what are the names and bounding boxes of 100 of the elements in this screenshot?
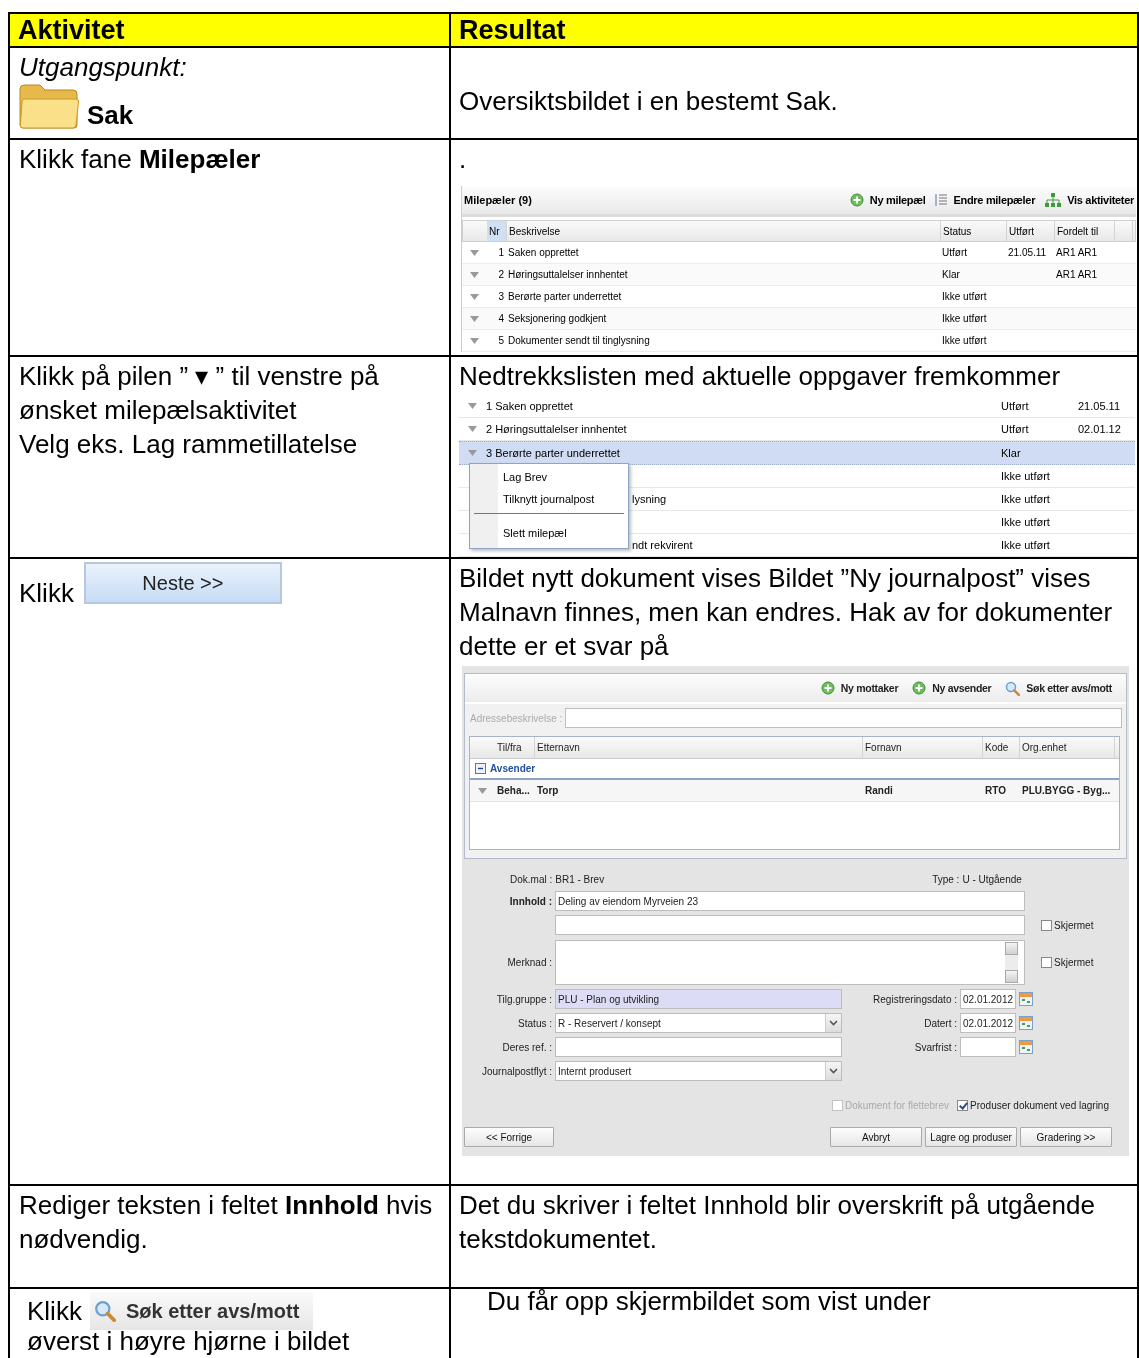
column-header[interactable]: Fornavn	[863, 737, 983, 758]
caret-icon	[469, 337, 479, 344]
toolbar-button[interactable]: Ny avsender	[912, 681, 992, 695]
column-header[interactable]: Nr	[487, 221, 507, 241]
paragraph: Det du skriver i feltet Innhold blir overskrift på utgående tekstdokumentet.	[459, 1189, 1096, 1256]
paragraph: Nedtrekkslisten med aktuelle oppgaver fremkommer	[459, 360, 1062, 393]
caption: Utgangspunkt:	[19, 51, 188, 84]
caret-icon	[469, 315, 479, 322]
instruction-text: Klikk	[27, 1296, 82, 1326]
caret-icon	[468, 450, 477, 456]
paragraph: Oversiktsbildet i en bestemt Sak.	[459, 85, 839, 118]
table-cell-text: AR1 AR1	[1055, 269, 1099, 280]
search-icon	[93, 1300, 116, 1322]
paragraph: Velg eks. Lag rammetillatelse	[19, 428, 359, 461]
table-cell-text: 2	[497, 269, 505, 280]
calendar-icon	[1019, 1016, 1033, 1030]
caret-icon	[469, 249, 479, 256]
checkbox[interactable]	[1041, 956, 1052, 968]
caret-icon	[469, 293, 479, 300]
table-cell-text: Klar	[941, 269, 961, 280]
status-text: Ikke utført	[1001, 516, 1051, 528]
checkbox[interactable]	[1041, 919, 1052, 931]
add-icon	[820, 681, 835, 695]
text-area[interactable]	[555, 939, 1025, 985]
field-label: Type :	[932, 873, 960, 885]
field-label: Tilg.gruppe :	[495, 993, 552, 1005]
table-cell-text: AR1 AR1	[1055, 247, 1099, 258]
column-header: Resultat	[450, 13, 1138, 47]
paragraph: .	[459, 143, 468, 176]
checkbox-label: Produser dokument ved lagring	[970, 1099, 1109, 1111]
field-label: Datert :	[923, 1017, 957, 1029]
search-icon	[1005, 680, 1021, 696]
dialog-button[interactable]: Avbryt	[830, 1127, 922, 1147]
paragraph: Bildet nytt dokument vises Bildet ”Ny journalpost” vises	[459, 562, 1092, 595]
input-field[interactable]	[555, 915, 1025, 935]
instruction-text: Klikk	[19, 578, 74, 608]
add-icon	[912, 681, 927, 695]
table-cell-text: 4	[497, 313, 505, 324]
table-cell-text: 5	[497, 335, 505, 346]
status-text: Klar	[1001, 447, 1022, 459]
search-button[interactable]: Søk etter avs/mott	[89, 1292, 314, 1330]
status-text: Utført	[1001, 423, 1030, 435]
column-header[interactable]: Etternavn	[535, 737, 863, 758]
column-header[interactable]: Til/fra	[495, 737, 535, 758]
menu-item[interactable]: Slett milepæl	[470, 522, 628, 544]
input-field[interactable]	[960, 1037, 1016, 1057]
toolbar-button[interactable]: Søk etter avs/mott	[1005, 680, 1112, 696]
field-label: Adressebeskrivelse :	[470, 712, 563, 724]
table-cell-text: Torp	[536, 785, 560, 796]
toolbar-button[interactable]: Ny mottaker	[820, 681, 899, 695]
checkbox[interactable]	[957, 1099, 968, 1111]
menu-item[interactable]: Lag Brev	[470, 466, 628, 488]
table-cell-text: Randi	[864, 785, 894, 796]
dialog-button[interactable]: Gradering >>	[1020, 1127, 1112, 1147]
column-header[interactable]: Status	[941, 221, 1007, 241]
caret-icon	[468, 403, 477, 409]
calendar-icon	[1019, 1040, 1033, 1054]
field-label: Innhold :	[508, 895, 552, 907]
add-icon	[849, 193, 864, 207]
field-value: U - Utgående	[962, 873, 1022, 885]
dialog-button[interactable]: Lagre og produser	[925, 1127, 1017, 1147]
caret-icon	[478, 787, 487, 794]
dialog-button[interactable]: << Forrige	[464, 1127, 554, 1147]
scrollbar[interactable]	[1005, 941, 1018, 983]
column-header[interactable]: Kode	[983, 737, 1020, 758]
group-label[interactable]: Avsender	[490, 763, 536, 774]
input-field[interactable]	[565, 708, 1122, 728]
field-value: BR1 - Brev	[555, 873, 605, 885]
table-cell-text: PLU.BYGG - Byg...	[1021, 785, 1112, 796]
row-text: ndt rekvirent	[632, 539, 693, 551]
column-header[interactable]: Utført	[1007, 221, 1055, 241]
dropdown-field[interactable]: Internt produsert	[555, 1061, 842, 1081]
paragraph: Klikk fane Milepæler	[19, 143, 262, 176]
input-field[interactable]: 02.01.2012	[960, 989, 1016, 1009]
folder-label: Sak	[87, 101, 134, 129]
input-field[interactable]	[555, 1037, 842, 1057]
menu-item[interactable]: Tilknytt journalpost	[470, 488, 628, 510]
row-text: 3 Berørte parter underrettet	[486, 447, 620, 459]
toolbar-button[interactable]: Endre milepæler	[935, 193, 1036, 207]
column-header[interactable]: Org.enhet	[1020, 737, 1115, 758]
selected-row[interactable]: 3 Berørte parter underrettet Klar	[459, 441, 1135, 465]
input-field[interactable]: PLU - Plan og utvikling	[555, 989, 842, 1009]
folder-icon	[19, 83, 79, 129]
status-text: Ikke utført	[1001, 470, 1051, 482]
table-cell-text: RTO	[984, 785, 1007, 796]
field-label: Svarfrist :	[913, 1041, 957, 1053]
input-field[interactable]: Deling av eiendom Myrveien 23	[555, 891, 1025, 911]
hierarchy-icon	[1045, 193, 1062, 207]
date-text: 21.05.11	[1078, 400, 1120, 412]
column-header[interactable]: Beskrivelse	[507, 221, 941, 241]
input-field[interactable]: 02.01.2012	[960, 1013, 1016, 1033]
dropdown-field[interactable]: R - Reservert / konsept	[555, 1013, 842, 1033]
next-button[interactable]: Neste >>	[83, 562, 282, 604]
toolbar-button[interactable]: Vis aktiviteter	[1045, 193, 1134, 207]
list-icon	[935, 193, 948, 207]
table-cell-text: Utført	[941, 247, 968, 258]
toolbar-button[interactable]: Ny milepæl	[849, 193, 926, 207]
column-header: Aktivitet	[9, 13, 450, 47]
column-header[interactable]: Fordelt til	[1055, 221, 1115, 241]
table-cell-text: 1	[497, 247, 505, 258]
